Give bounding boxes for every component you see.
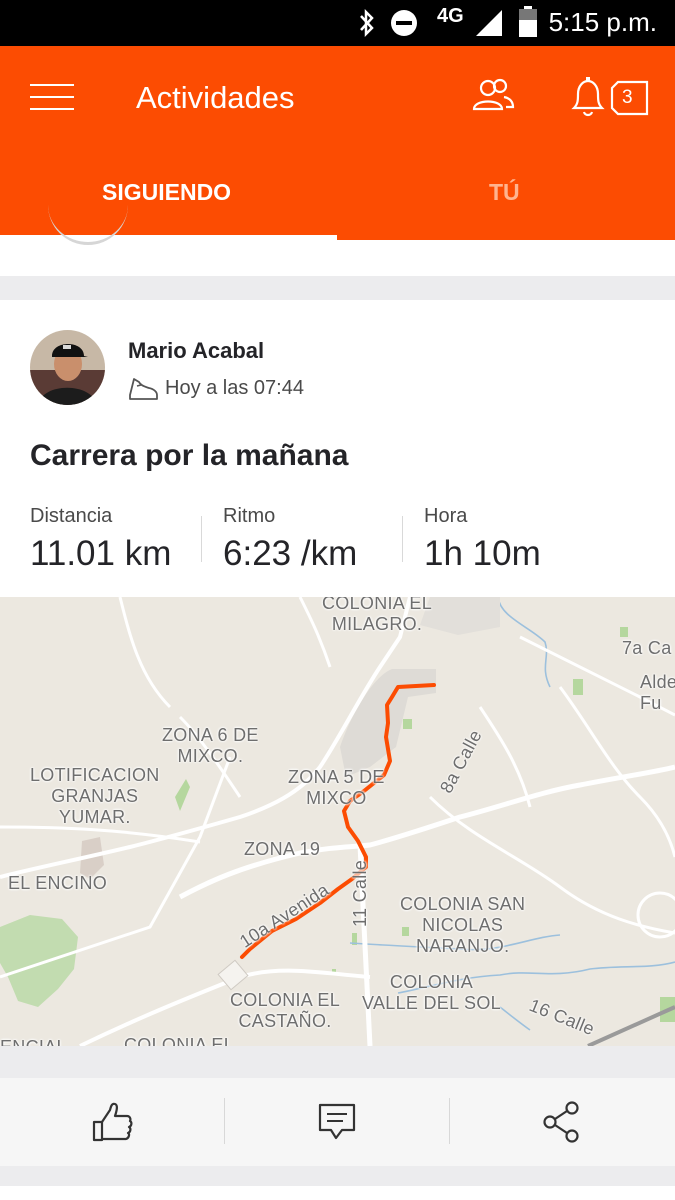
stat-pace-label: Ritmo	[223, 505, 276, 527]
comment-button[interactable]	[225, 1078, 450, 1166]
thumbs-up-icon	[92, 1102, 133, 1142]
map-label: ZONA 19	[244, 839, 321, 859]
athlete-name[interactable]: Mario Acabal	[128, 338, 264, 364]
status-bar: 4G 5:15 p.m.	[0, 0, 675, 46]
bluetooth-icon	[360, 9, 374, 37]
map-label: COLONIA SAN NICOLAS NARANJO.	[400, 894, 526, 956]
stat-distance-value: 11.01 km	[30, 534, 172, 573]
map-label: 7a Ca	[622, 638, 672, 658]
activity-timestamp: Hoy a las 07:44	[165, 377, 304, 399]
previous-activity-card[interactable]	[0, 240, 675, 276]
map-label: 11 Calle	[350, 859, 370, 927]
map-label: COLONIA EL	[124, 1035, 235, 1046]
stat-divider	[402, 516, 403, 562]
battery-icon	[519, 6, 537, 37]
activity-actions	[0, 1078, 675, 1166]
map-label: ZONA 6 DE MIXCO.	[162, 725, 259, 766]
bell-icon[interactable]	[568, 74, 652, 122]
menu-icon[interactable]	[30, 82, 76, 114]
network-type: 4G	[437, 5, 464, 27]
route-map[interactable]: COLONIA EL MILAGRO. 7a Ca Alde Fu ZONA 6…	[0, 597, 675, 1046]
stat-time-label: Hora	[424, 505, 468, 527]
activity-title[interactable]: Carrera por la mañana	[30, 439, 348, 473]
stat-distance-label: Distancia	[30, 505, 113, 527]
activity-card[interactable]: Mario Acabal Hoy a las 07:44 Carrera por…	[0, 300, 675, 1046]
map-label: EL ENCINO	[8, 873, 108, 893]
stat-pace-value: 6:23 /km	[223, 534, 358, 573]
next-activity-card[interactable]	[0, 1186, 675, 1200]
map-label: COLONIA VALLE DEL SOL	[362, 972, 501, 1013]
stat-time-value: 1h 10m	[424, 534, 541, 573]
map-label: COLONIA EL CASTAÑO.	[230, 990, 341, 1031]
map-label: LOTIFICACION GRANJAS YUMAR.	[30, 765, 160, 827]
map-label: ENCIAL	[0, 1037, 67, 1046]
map-label: ZONA 5 DE MIXCO	[288, 767, 385, 808]
friends-icon[interactable]	[470, 78, 516, 114]
clock: 5:15 p.m.	[548, 7, 657, 37]
signal-icon	[476, 10, 502, 36]
tab-you[interactable]: TÚ	[489, 179, 520, 206]
shoe-icon	[129, 378, 158, 400]
share-button[interactable]	[450, 1078, 675, 1166]
map-label: COLONIA EL MILAGRO.	[322, 597, 433, 634]
notification-count: 3	[622, 87, 633, 108]
stat-divider	[201, 516, 202, 562]
share-icon	[543, 1101, 579, 1143]
comment-icon	[318, 1103, 356, 1140]
do-not-disturb-icon	[391, 10, 417, 36]
kudos-button[interactable]	[0, 1078, 225, 1166]
page-title: Actividades	[136, 80, 295, 115]
map-label: Alde Fu	[640, 672, 675, 713]
avatar[interactable]	[30, 330, 105, 405]
